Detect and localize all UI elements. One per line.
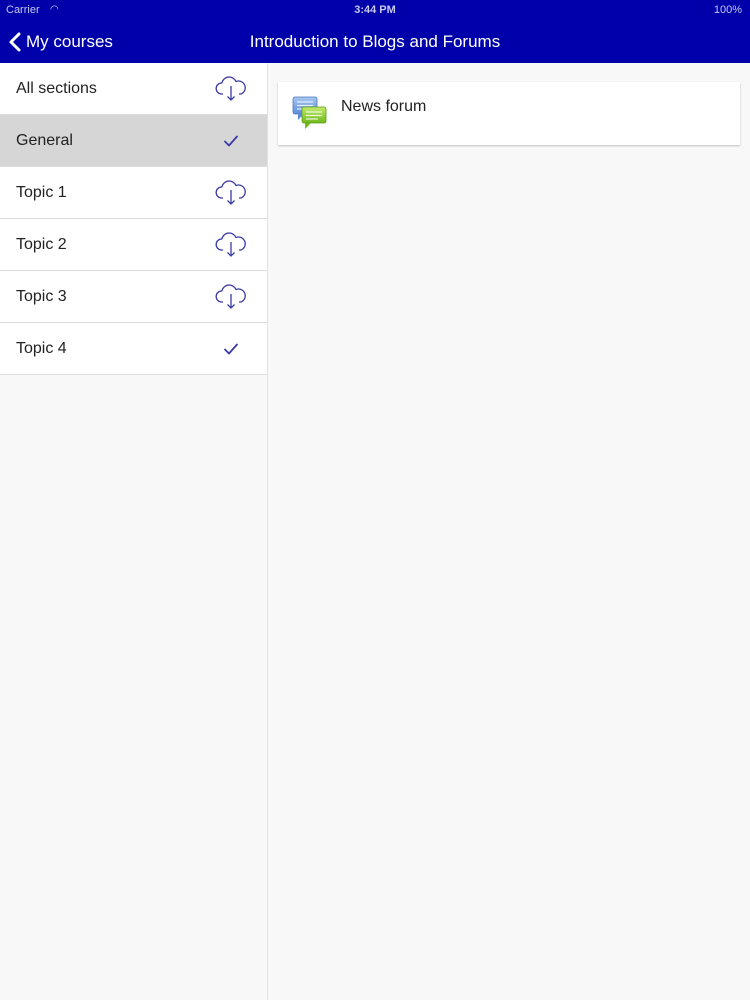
- status-bar: Carrier ◠ 3:44 PM 100%: [0, 0, 750, 20]
- navigation-bar: My courses Introduction to Blogs and For…: [0, 20, 750, 63]
- section-item-topic-4[interactable]: Topic 4: [0, 323, 267, 375]
- checkmark-icon: [214, 124, 248, 158]
- cloud-download-icon[interactable]: [214, 280, 248, 314]
- checkmark-icon: [214, 332, 248, 366]
- module-label: News forum: [341, 98, 427, 115]
- section-label: Topic 3: [16, 288, 67, 305]
- app-window: Carrier ◠ 3:44 PM 100% My courses Introd…: [0, 0, 750, 1000]
- chevron-left-icon: [9, 32, 21, 51]
- section-content: News forum: [268, 63, 750, 1000]
- battery-level: 100%: [713, 4, 742, 16]
- back-button-label: My courses: [26, 31, 113, 51]
- back-button[interactable]: My courses: [8, 20, 113, 63]
- sections-sidebar: All sections General Topic 1 Topic 2 Top…: [0, 63, 268, 1000]
- section-label: Topic 1: [16, 184, 67, 201]
- section-item-all-sections[interactable]: All sections: [0, 63, 267, 115]
- cloud-download-icon[interactable]: [214, 176, 248, 210]
- module-item-news-forum[interactable]: News forum: [278, 82, 740, 145]
- section-item-topic-1[interactable]: Topic 1: [0, 167, 267, 219]
- section-item-topic-3[interactable]: Topic 3: [0, 271, 267, 323]
- section-item-topic-2[interactable]: Topic 2: [0, 219, 267, 271]
- section-label: Topic 4: [16, 340, 67, 357]
- section-label: General: [16, 132, 73, 149]
- status-time: 3:44 PM: [354, 4, 396, 16]
- section-label: All sections: [16, 80, 97, 97]
- section-item-general[interactable]: General: [0, 115, 267, 167]
- section-label: Topic 2: [16, 236, 67, 253]
- forum-icon: [292, 96, 327, 129]
- cloud-download-icon[interactable]: [214, 72, 248, 106]
- cloud-download-icon[interactable]: [214, 228, 248, 262]
